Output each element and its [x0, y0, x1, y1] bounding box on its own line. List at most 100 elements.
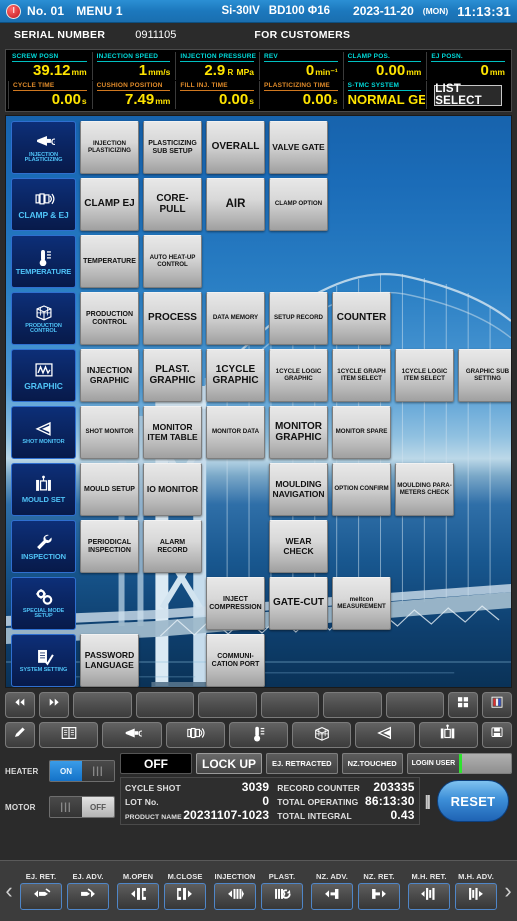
menu-button-moulding-navigation[interactable]: MOULDING NAVIGATION — [269, 463, 328, 516]
menu-button-plasticizing-sub-setup[interactable]: PLASTICIZING SUB SETUP — [143, 121, 202, 174]
menu-button-password-language[interactable]: PASSWORD LANGUAGE — [80, 634, 139, 687]
toolbar-button-injection-nozzle[interactable]: G — [102, 722, 162, 748]
login-user-field[interactable]: LOGIN USER — [406, 753, 512, 774]
toolbar-button-blank[interactable] — [260, 692, 319, 718]
toolbar-button-mould[interactable] — [418, 722, 478, 748]
toolbar-button-rewind[interactable] — [5, 692, 35, 718]
scroll-left-chevron-icon[interactable]: ‹ — [2, 878, 16, 904]
sidebar-item-inspection[interactable]: INSPECTION — [11, 520, 76, 573]
menu-button-core-pull[interactable]: CORE-PULL — [143, 178, 202, 231]
menu-button-monitor-item-table[interactable]: MONITOR ITEM TABLE — [143, 406, 202, 459]
toolbar-button-color-panel[interactable] — [482, 692, 512, 718]
menu-button-production-control[interactable]: PRODUCTION CONTROL — [80, 292, 139, 345]
menu-button-monitor-spare[interactable]: MONITOR SPARE — [332, 406, 391, 459]
menu-button-option-confirm[interactable]: OPTION CONFIRM — [332, 463, 391, 516]
login-user-input[interactable] — [459, 754, 511, 773]
menu-button-plast-graphic[interactable]: PLAST. GRAPHIC — [143, 349, 202, 402]
menu-label[interactable]: MENU 1 — [76, 4, 123, 18]
menu-button-process[interactable]: PROCESS — [143, 292, 202, 345]
power-icon[interactable] — [6, 3, 21, 19]
menu-button-auto-heat-up-control[interactable]: AUTO HEAT-UP CONTROL — [143, 235, 202, 288]
toolbar-button-book[interactable] — [39, 722, 99, 748]
control-button-injection[interactable] — [214, 883, 256, 910]
sidebar-item-shot-monitor[interactable]: SHOT MONITOR — [11, 406, 76, 459]
motor-toggle-grip[interactable]: ||| — [50, 797, 82, 817]
control-button-plasticizing[interactable] — [261, 883, 303, 910]
menu-button-io-monitor[interactable]: IO MONITOR — [143, 463, 202, 516]
sidebar-item-special-mode-setup[interactable]: SPECIAL MODE SETUP — [11, 577, 76, 630]
operation-mode-badge[interactable]: OFF — [120, 753, 192, 774]
toolbar-button-blank[interactable] — [385, 692, 444, 718]
toolbar-button-thermometer[interactable] — [228, 722, 289, 748]
menu-button-periodical-inspection[interactable]: PERIODICAL INSPECTION — [80, 520, 139, 573]
toolbar-button-clamp-eject[interactable] — [165, 722, 225, 748]
motor-off-state[interactable]: OFF — [82, 797, 114, 817]
control-button-ej-advance[interactable] — [67, 883, 109, 910]
control-button-mould-height-retract[interactable] — [408, 883, 450, 910]
toolbar-button-save-disk[interactable] — [481, 722, 512, 748]
menu-cell: 1CYCLE GRAPH ITEM SELECT — [330, 347, 393, 404]
menu-button-monitor-graphic[interactable]: MONITOR GRAPHIC — [269, 406, 328, 459]
menu-button-injection-graphic[interactable]: INJECTION GRAPHIC — [80, 349, 139, 402]
sidebar-item-graphic[interactable]: GRAPHIC — [11, 349, 76, 402]
menu-button-inject-compression[interactable]: INJECT COMPRESSION — [206, 577, 265, 630]
sidebar-item-temperature[interactable]: TEMPERATURE — [11, 235, 76, 288]
menu-button-1cycle-logic-graphic[interactable]: 1CYCLE LOGIC GRAPHIC — [269, 349, 328, 402]
menu-button-communi-cation-port[interactable]: COMMUNI- CATION PORT — [206, 634, 265, 687]
menu-button-temperature[interactable]: TEMPERATURE — [80, 235, 139, 288]
toolbar-button-fast-forward[interactable] — [39, 692, 69, 718]
menu-button-shot-monitor[interactable]: SHOT MONITOR — [80, 406, 139, 459]
menu-button-1cycle-graph-item-select[interactable]: 1CYCLE GRAPH ITEM SELECT — [332, 349, 391, 402]
control-button-ej-retract[interactable] — [20, 883, 62, 910]
lock-up-button[interactable]: LOCK UP — [196, 753, 262, 774]
menu-button-1cycle-graphic[interactable]: 1CYCLE GRAPHIC — [206, 349, 265, 402]
menu-button-data-memory[interactable]: DATA MEMORY — [206, 292, 265, 345]
reset-button[interactable]: RESET — [437, 780, 509, 822]
control-button-nozzle-advance[interactable] — [311, 883, 353, 910]
menu-button-graphic-sub-setting[interactable]: GRAPHIC SUB SETTING — [458, 349, 511, 402]
control-button-nozzle-retract[interactable] — [358, 883, 400, 910]
sidebar-item-injection-plasticizing[interactable]: G INJECTIONPLASTICIZING — [11, 121, 76, 174]
toolbar-button-grid-tiles[interactable] — [448, 692, 478, 718]
menu-button-mould-setup[interactable]: MOULD SETUP — [80, 463, 139, 516]
menu-button-counter[interactable]: COUNTER — [332, 292, 391, 345]
menu-button-meltcon-measurement[interactable]: meltcon MEASUREMENT — [332, 577, 391, 630]
toolbar-button-blank[interactable] — [198, 692, 257, 718]
menu-button-overall[interactable]: OVERALL — [206, 121, 265, 174]
list-select-button[interactable]: LIST SELECT — [434, 83, 503, 107]
menu-button-wear-check[interactable]: WEAR CHECK — [269, 520, 328, 573]
motor-toggle[interactable]: ||| OFF — [49, 796, 115, 818]
menu-button-setup-record[interactable]: SETUP RECORD — [269, 292, 328, 345]
menu-cell: MONITOR DATA — [204, 404, 267, 461]
menu-button-1cycle-logic-item-select[interactable]: 1CYCLE LOGIC ITEM SELECT — [395, 349, 454, 402]
toolbar-button-pencil[interactable] — [5, 722, 35, 748]
sidebar-item-production-control[interactable]: PRODUCTION CONTROL — [11, 292, 76, 345]
menu-button-monitor-data[interactable]: MONITOR DATA — [206, 406, 265, 459]
scroll-right-chevron-icon[interactable]: › — [501, 878, 515, 904]
control-button-mould-open[interactable] — [117, 883, 159, 910]
menu-button-clamp-ej[interactable]: CLAMP EJ — [80, 178, 139, 231]
sidebar-item-clamp-ej[interactable]: CLAMP & EJ — [11, 178, 76, 231]
toolbar-button-cube-grid[interactable] — [292, 722, 352, 748]
toolbar-button-blank[interactable] — [135, 692, 194, 718]
sidebar-cell: SYSTEM SETTING — [9, 632, 78, 687]
toolbar-button-shot-cone[interactable] — [355, 722, 415, 748]
menu-cell: MONITOR SPARE — [330, 404, 393, 461]
menu-button-clamp-option[interactable]: CLAMP OPTION — [269, 178, 328, 231]
sidebar-item-system-setting[interactable]: SYSTEM SETTING — [11, 634, 76, 687]
control-button-mould-height-advance[interactable] — [455, 883, 497, 910]
heater-on-state[interactable]: ON — [50, 761, 82, 781]
menu-button-gate-cut[interactable]: GATE-CUT — [269, 577, 328, 630]
menu-button-moulding-para-meters-check[interactable]: MOULDING PARA- METERS CHECK — [395, 463, 454, 516]
menu-button-valve-gate[interactable]: VALVE GATE — [269, 121, 328, 174]
heater-toggle-grip[interactable]: ||| — [82, 761, 114, 781]
heater-toggle[interactable]: ON ||| — [49, 760, 115, 782]
toolbar-button-blank[interactable] — [323, 692, 382, 718]
menu-button-injection-plasticizing[interactable]: INJECTION PLASTICIZING — [80, 121, 139, 174]
menu-button-air[interactable]: AIR — [206, 178, 265, 231]
toolbar-button-blank[interactable] — [73, 692, 132, 718]
menu-button-alarm-record[interactable]: ALARM RECORD — [143, 520, 202, 573]
menu-button-grid: G INJECTIONPLASTICIZING CLAMP & EJ TEMPE… — [6, 116, 511, 687]
sidebar-item-mould-set[interactable]: MOULD SET — [11, 463, 76, 516]
control-button-mould-close[interactable] — [164, 883, 206, 910]
